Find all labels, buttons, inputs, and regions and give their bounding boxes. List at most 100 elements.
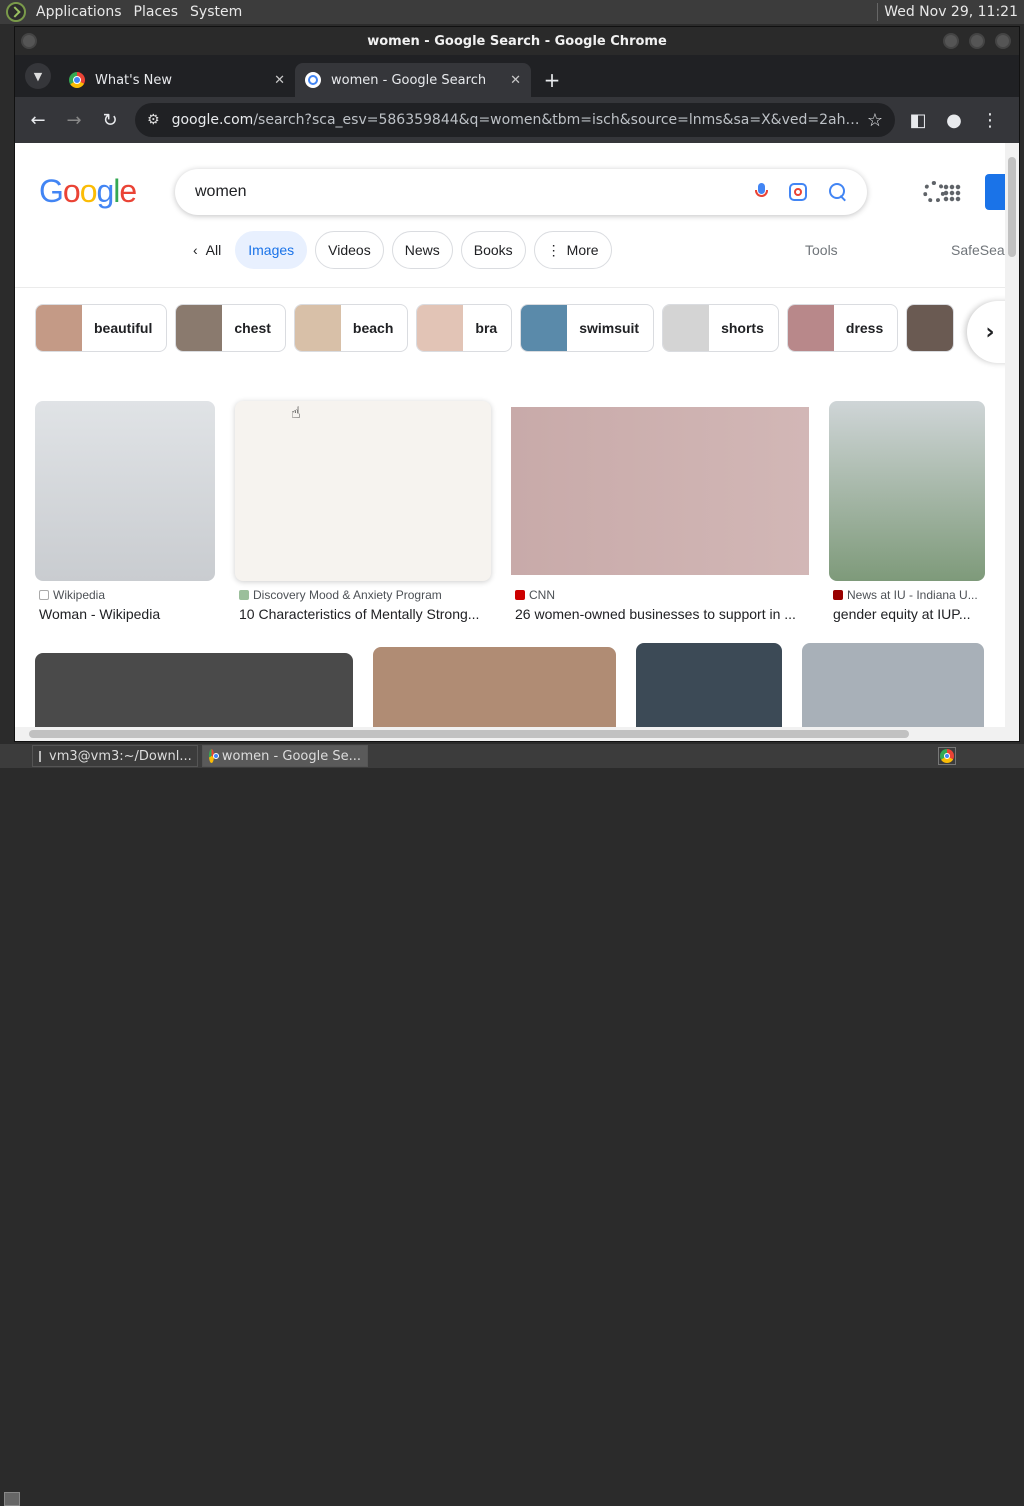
result-title[interactable]: Woman - Wikipedia — [39, 606, 215, 622]
tray-chrome-icon[interactable] — [938, 747, 956, 765]
window-titlebar[interactable]: women - Google Search - Google Chrome — [15, 27, 1019, 55]
taskbar-chrome[interactable]: women - Google Se... — [202, 745, 368, 767]
bookmark-star-icon[interactable]: ☆ — [867, 110, 883, 131]
result-title[interactable]: gender equity at IUP... — [833, 606, 987, 622]
scrollbar-thumb[interactable] — [29, 730, 909, 738]
address-bar[interactable]: ⚙ google.com /search?sca_esv=586359844&q… — [135, 103, 895, 137]
window-title: women - Google Search - Google Chrome — [367, 33, 667, 49]
settings-gear-icon[interactable] — [923, 181, 945, 203]
distro-logo-icon[interactable] — [6, 2, 26, 22]
result-source: News at IU - Indiana U... — [833, 588, 987, 602]
google-logo[interactable]: Google — [39, 173, 137, 210]
system-menu[interactable]: System — [184, 0, 248, 24]
more-dots-icon: ⋮ — [546, 241, 561, 258]
chrome-icon — [940, 749, 954, 763]
search-icon[interactable] — [829, 183, 847, 201]
tools-button[interactable]: Tools — [805, 242, 838, 258]
search-query: women — [195, 183, 247, 200]
terminal-icon — [39, 750, 41, 762]
tab-news[interactable]: News — [391, 231, 453, 269]
tab-images[interactable]: Images — [235, 231, 308, 269]
applications-menu[interactable]: Applications — [30, 0, 128, 24]
clock[interactable]: Wed Nov 29, 11:21 — [884, 4, 1024, 20]
refine-chip-beach[interactable]: beach — [293, 304, 409, 352]
taskbar-terminal[interactable]: vm3@vm3:~/Downl... — [32, 745, 198, 767]
result-thumbnail[interactable] — [373, 647, 616, 727]
chip-thumbnail — [663, 305, 710, 351]
result-thumbnail[interactable] — [235, 401, 491, 581]
side-panel-icon[interactable]: ◧ — [903, 105, 933, 135]
image-result[interactable]: CNN 26 women-owned businesses to support… — [509, 401, 809, 631]
tab-books[interactable]: Books — [460, 231, 526, 269]
search-input[interactable]: women — [175, 169, 867, 215]
result-thumbnail[interactable] — [35, 401, 215, 581]
google-apps-icon[interactable] — [943, 184, 961, 202]
chrome-menu-icon[interactable]: ⋮ — [975, 105, 1005, 135]
result-title[interactable]: 26 women-owned businesses to support in … — [515, 606, 805, 622]
voice-search-icon[interactable] — [755, 183, 768, 201]
result-thumbnail[interactable] — [636, 643, 782, 727]
top-panel: Applications Places System Wed Nov 29, 1… — [0, 0, 1024, 24]
url-path: /search?sca_esv=586359844&q=women&tbm=is… — [253, 112, 867, 128]
tab-whats-new[interactable]: What's New ✕ — [59, 63, 295, 97]
hand-cursor-icon: ☝ — [291, 403, 301, 422]
safesearch-button[interactable]: SafeSear — [951, 242, 1005, 258]
profile-icon[interactable]: ● — [939, 105, 969, 135]
chrome-window: women - Google Search - Google Chrome ▼ … — [14, 26, 1020, 742]
refine-chip-chest[interactable]: chest — [175, 304, 286, 352]
horizontal-scrollbar[interactable] — [15, 727, 1019, 741]
taskbar: vm3@vm3:~/Downl... women - Google Se... — [0, 744, 1024, 1506]
back-button[interactable]: ← — [23, 105, 53, 135]
places-menu[interactable]: Places — [128, 0, 185, 24]
tab-close-icon[interactable]: ✕ — [274, 73, 285, 88]
show-desktop-icon[interactable] — [4, 1492, 20, 1506]
chrome-favicon-icon — [69, 72, 85, 88]
result-thumbnail[interactable] — [829, 401, 985, 581]
reload-button[interactable]: ↻ — [95, 105, 125, 135]
image-result[interactable]: News at IU - Indiana U... gender equity … — [829, 401, 989, 631]
maximize-icon[interactable] — [969, 33, 985, 49]
discovery-icon — [239, 590, 249, 600]
site-info-icon[interactable]: ⚙ — [147, 112, 160, 128]
tab-more[interactable]: ⋮ More — [533, 231, 612, 269]
url-host: google.com — [171, 112, 254, 128]
scrollbar-thumb[interactable] — [1008, 157, 1016, 257]
page-viewport: Google women ‹ All Images Videos News Boo… — [15, 143, 1005, 727]
refine-chip-swimsuit[interactable]: swimsuit — [520, 304, 655, 352]
tab-videos[interactable]: Videos — [315, 231, 384, 269]
tab-close-icon[interactable]: ✕ — [510, 73, 521, 88]
tab-women-google-search[interactable]: women - Google Search ✕ — [295, 63, 531, 97]
minimize-icon[interactable] — [943, 33, 959, 49]
refine-chip-dress[interactable]: dress — [786, 304, 899, 352]
tab-all[interactable]: ‹ All — [187, 231, 227, 269]
vertical-scrollbar[interactable] — [1005, 143, 1019, 727]
chip-thumbnail — [36, 305, 82, 351]
new-tab-button[interactable]: + — [539, 67, 565, 93]
header-divider — [15, 287, 1005, 288]
result-thumbnail[interactable] — [511, 407, 809, 575]
sign-in-button[interactable] — [985, 174, 1005, 210]
panel-separator — [877, 3, 879, 21]
chrome-icon — [209, 749, 219, 763]
result-title[interactable]: 10 Characteristics of Mentally Strong... — [239, 606, 489, 622]
window-menu-icon[interactable] — [21, 33, 37, 49]
result-thumbnail[interactable] — [35, 653, 353, 727]
tab-title: What's New — [95, 72, 172, 88]
image-result[interactable]: Discovery Mood & Anxiety Program 10 Char… — [233, 401, 493, 631]
result-thumbnail[interactable] — [802, 643, 984, 727]
forward-button[interactable]: → — [59, 105, 89, 135]
refinement-chips: beautiful chest beach bra swimsuit short… — [35, 304, 955, 352]
chip-thumbnail — [787, 305, 834, 351]
refine-chip-beautiful[interactable]: beautiful — [35, 304, 168, 352]
chip-thumbnail — [907, 305, 954, 351]
chevron-right-icon[interactable]: › — [967, 301, 1005, 363]
tab-search-button[interactable]: ▼ — [25, 63, 51, 89]
close-window-icon[interactable] — [995, 33, 1011, 49]
refine-chip-more[interactable] — [906, 304, 955, 352]
refine-chip-shorts[interactable]: shorts — [662, 304, 779, 352]
refine-chip-bra[interactable]: bra — [416, 304, 513, 352]
image-result[interactable]: Wikipedia Woman - Wikipedia — [35, 401, 217, 631]
wikipedia-icon — [39, 590, 49, 600]
search-nav-tabs: ‹ All Images Videos News Books ⋮ More — [187, 231, 612, 269]
google-lens-icon[interactable] — [789, 183, 807, 201]
